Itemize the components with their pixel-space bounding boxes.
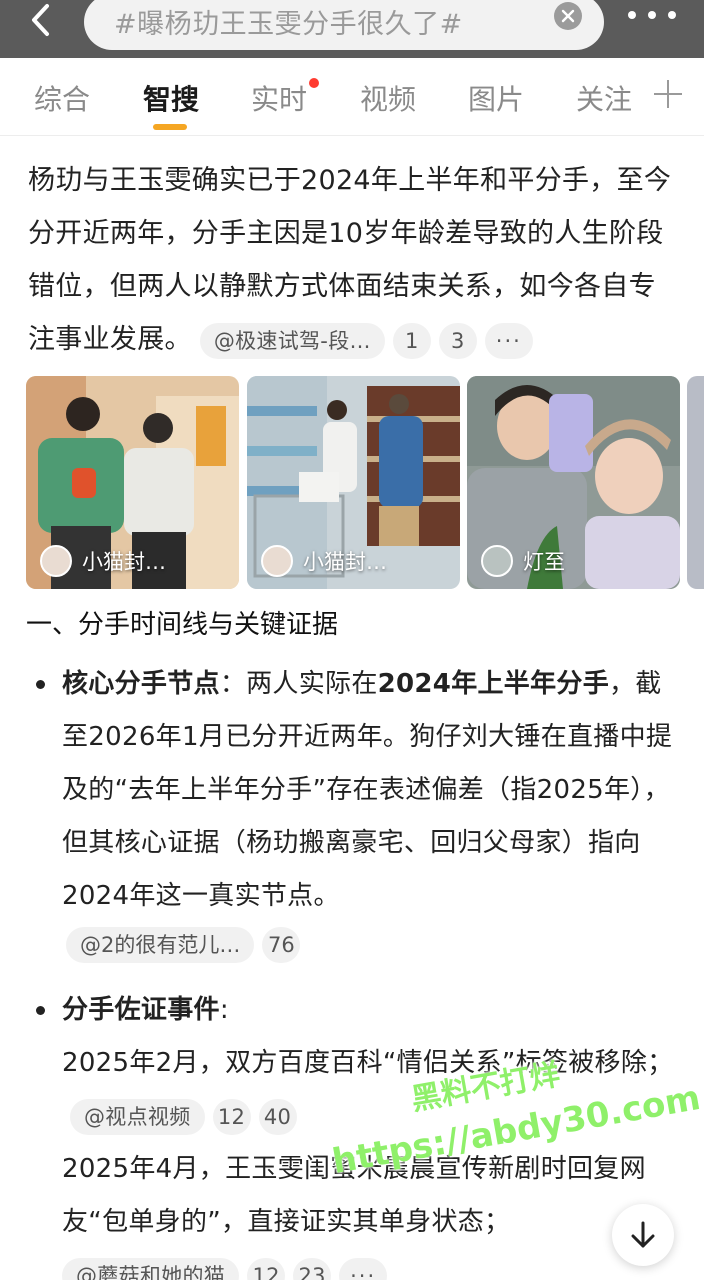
search-input[interactable]: #曝杨玏王玉雯分手很久了# bbox=[84, 0, 604, 50]
reference-chip[interactable]: 3 bbox=[438, 322, 477, 359]
section-heading: 一、分手时间线与关键证据 bbox=[26, 610, 339, 640]
image-card[interactable]: 灯至 bbox=[467, 376, 680, 589]
chevron-left-icon bbox=[32, 4, 49, 36]
notification-dot bbox=[309, 78, 319, 88]
bullet-highlight: 2024年上半年分手 bbox=[377, 669, 609, 699]
top-bar: #曝杨玏王玉雯分手很久了# bbox=[0, 0, 704, 58]
source-chip[interactable]: @视点视频 bbox=[70, 1098, 205, 1135]
search-query: #曝杨玏王玉雯分手很久了# bbox=[114, 9, 463, 40]
bullet-dot bbox=[36, 1006, 45, 1015]
bullet-text: ，截至2026年1月已分开近两年。狗仔刘大锤在直播中提及的“去年上半年分手”存在… bbox=[62, 669, 673, 911]
tab-realtime[interactable]: 实时 bbox=[251, 78, 307, 118]
source-chip[interactable]: @蘑菇和她的猫 bbox=[62, 1257, 240, 1280]
more-dots-icon bbox=[668, 11, 676, 19]
image-credit-name: 小猫封… bbox=[82, 550, 166, 574]
more-references-button[interactable]: ··· bbox=[339, 1257, 388, 1280]
avatar bbox=[261, 545, 293, 577]
tab-images[interactable]: 图片 bbox=[468, 78, 524, 118]
add-tab-button[interactable] bbox=[654, 80, 682, 108]
bullet-dot bbox=[36, 680, 45, 689]
bullet-core-node: 核心分手节点：两人实际在2024年上半年分手，截至2026年1月已分开近两年。狗… bbox=[62, 658, 684, 923]
image-card[interactable]: 小猫封… bbox=[247, 376, 460, 589]
source-chip[interactable]: @极速试驾-段… bbox=[199, 322, 385, 359]
image-credit-name: 灯至 bbox=[523, 550, 565, 574]
more-options-button[interactable] bbox=[628, 0, 676, 30]
avatar bbox=[40, 545, 72, 577]
scroll-down-button[interactable] bbox=[612, 1204, 674, 1266]
image-credit: 灯至 bbox=[481, 545, 565, 577]
close-icon bbox=[561, 9, 575, 23]
more-references-button[interactable]: ··· bbox=[484, 322, 533, 359]
image-credit-name: 小猫封… bbox=[303, 550, 387, 574]
back-button[interactable] bbox=[18, 0, 62, 40]
image-card-partial[interactable] bbox=[687, 376, 704, 589]
clear-search-button[interactable] bbox=[554, 2, 582, 30]
tab-video[interactable]: 视频 bbox=[360, 78, 416, 118]
bullet-label: 分手佐证事件 bbox=[62, 995, 220, 1025]
tab-comprehensive[interactable]: 综合 bbox=[34, 78, 90, 118]
tab-following[interactable]: 关注 bbox=[576, 78, 632, 118]
reference-chip[interactable]: 1 bbox=[392, 322, 431, 359]
bullet1-sources: @2的很有范儿… 76 bbox=[58, 927, 301, 963]
reference-chip[interactable]: 12 bbox=[247, 1257, 286, 1280]
reference-chip[interactable]: 23 bbox=[293, 1257, 332, 1280]
more-dots-icon bbox=[628, 11, 636, 19]
active-tab-indicator bbox=[153, 124, 187, 130]
image-credit: 小猫封… bbox=[261, 545, 387, 577]
avatar bbox=[481, 545, 513, 577]
image-card[interactable]: 小猫封… bbox=[26, 376, 239, 589]
tab-bar: 综合 智搜 实时 视频 图片 关注 bbox=[0, 58, 704, 136]
bullet-text: ：两人实际在 bbox=[219, 669, 378, 699]
reference-chip[interactable]: 12 bbox=[212, 1098, 251, 1135]
reference-chip[interactable]: 76 bbox=[262, 927, 301, 963]
image-credit: 小猫封… bbox=[40, 545, 166, 577]
reference-chip[interactable]: 40 bbox=[258, 1098, 297, 1135]
bullet-colon: : bbox=[219, 995, 229, 1025]
arrow-down-icon bbox=[631, 1221, 655, 1248]
ai-summary: 杨玏与王玉雯确实已于2024年上半年和平分手，至今分开近两年，分手主因是10岁年… bbox=[28, 154, 682, 366]
more-dots-icon bbox=[648, 11, 656, 19]
image-carousel[interactable]: 小猫封… 小猫封… 灯至 bbox=[26, 376, 704, 589]
bullet-label: 核心分手节点 bbox=[62, 669, 220, 699]
evidence-line: 2025年2月，双方百度百科“情侣关系”标签被移除； bbox=[62, 1048, 674, 1078]
tab-smart-search[interactable]: 智搜 bbox=[143, 78, 199, 118]
source-chip[interactable]: @2的很有范儿… bbox=[66, 927, 255, 963]
